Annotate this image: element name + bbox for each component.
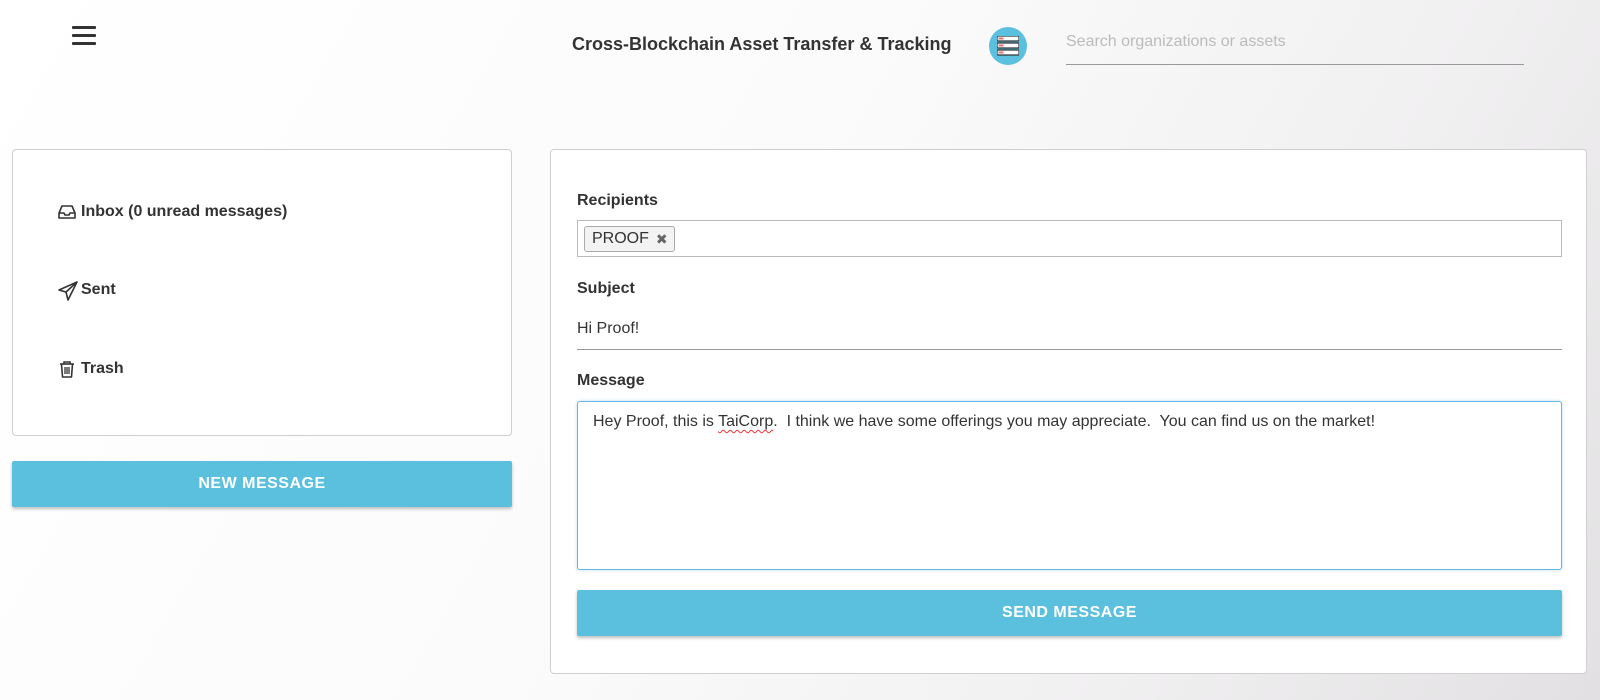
trash-icon (57, 359, 77, 379)
misspelled-word: TaiCorp (718, 413, 774, 430)
message-textarea[interactable]: Hey Proof, this is TaiCorp. I think we h… (577, 401, 1562, 570)
sidebar-item-label: Sent (81, 281, 116, 298)
search-input[interactable] (1066, 26, 1524, 58)
sidebar-item-trash[interactable]: Trash (57, 359, 124, 379)
recipient-tag-label: PROOF (592, 230, 649, 247)
hamburger-menu-icon[interactable] (72, 26, 96, 50)
send-message-button[interactable]: SEND MESSAGE (577, 590, 1562, 636)
paper-plane-icon (57, 280, 78, 301)
mailbox-panel: Inbox (0 unread messages) Sent Trash (12, 149, 512, 436)
sidebar-item-label: Trash (81, 360, 124, 377)
recipient-tag: PROOF ✖ (584, 226, 675, 252)
sidebar-item-sent[interactable]: Sent (57, 280, 116, 301)
sidebar-item-label: Inbox (0 unread messages) (81, 203, 288, 220)
message-text: Hey Proof, this is (593, 413, 719, 430)
server-stack-icon (989, 27, 1027, 65)
message-text: . I think we have some offerings you may… (773, 413, 1376, 430)
search-field[interactable] (1066, 26, 1524, 65)
compose-panel: Recipients PROOF ✖ Subject Hi Proof! Mes… (550, 149, 1587, 674)
message-label: Message (577, 372, 645, 389)
sidebar-item-inbox[interactable]: Inbox (0 unread messages) (57, 202, 287, 222)
inbox-icon (57, 202, 77, 222)
new-message-button[interactable]: NEW MESSAGE (12, 461, 512, 507)
subject-field[interactable]: Hi Proof! (577, 310, 1562, 350)
recipients-input[interactable]: PROOF ✖ (577, 220, 1562, 257)
page-title: Cross-Blockchain Asset Transfer & Tracki… (572, 34, 952, 54)
subject-label: Subject (577, 280, 635, 297)
recipients-label: Recipients (577, 192, 658, 209)
close-icon[interactable]: ✖ (656, 227, 668, 251)
